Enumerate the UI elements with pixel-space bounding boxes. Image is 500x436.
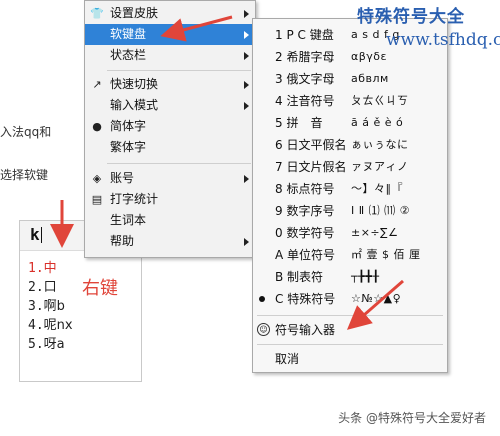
menu-item-vocabulary[interactable]: 生词本 [85, 210, 255, 231]
submenu-item-punctuation[interactable]: 8 标点符号 ～】々‖『 [253, 178, 447, 200]
menu-item-traditional[interactable]: 繁体字 [85, 137, 255, 158]
right-click-annotation: 右键 [82, 278, 118, 299]
submenu-item-cancel[interactable]: 取消 [253, 348, 447, 370]
submenu-item-box-drawing[interactable]: B 制表符 ┬╊╋╂ [253, 266, 447, 288]
watermark-url: www.tsfhdq.cn [386, 30, 500, 50]
submenu-item-number-serial[interactable]: 9 数字序号 Ⅰ Ⅱ ⑴ ⑾ ② [253, 200, 447, 222]
bullet-icon: ● [92, 120, 102, 133]
watermark-title: 特殊符号大全 [357, 7, 465, 27]
candidate-item[interactable]: 4.呢nx [28, 314, 141, 333]
submenu-item-pinyin[interactable]: 5 拼 音ā á ě è ó [253, 112, 447, 134]
menu-item-account[interactable]: ◈ 账号 [85, 168, 255, 189]
menu-separator [107, 163, 251, 164]
menu-item-typing-stats[interactable]: ▤ 打字统计 [85, 189, 255, 210]
chevron-right-icon [244, 52, 249, 60]
text-caret [40, 227, 42, 243]
account-icon: ◈ [92, 172, 102, 185]
menu-item-simplified[interactable]: ● 简体字 [85, 116, 255, 137]
submenu-item-zhuyin[interactable]: 4 注音符号 ㄆㄊㄍㄐㄎ [253, 90, 447, 112]
menu-separator [257, 344, 443, 345]
footer-credit: 头条 @特殊符号大全爱好者 [338, 411, 486, 425]
menu-item-status-bar[interactable]: 状态栏 [85, 45, 255, 66]
submenu-item-katakana[interactable]: 7 日文片假名 ァヌアィノ [253, 156, 447, 178]
document-text-line-2: 选择软键 [0, 168, 49, 182]
submenu-item-symbol-input[interactable]: ☺ 符号输入器 [253, 319, 447, 341]
submenu-item-units[interactable]: A 单位符号㎡ 壹 $ 佰 厘 [253, 244, 447, 266]
menu-item-quick-switch[interactable]: ↗ 快速切换 [85, 74, 255, 95]
chevron-right-icon [244, 238, 249, 246]
menu-item-help[interactable]: 帮助 [85, 231, 255, 252]
chevron-right-icon [244, 31, 249, 39]
smiley-icon: ☺ [257, 323, 270, 336]
document-text-line-1: 入法qq和 [0, 125, 52, 139]
submenu-item-hiragana[interactable]: 6 日文平假名 ぁぃぅなに [253, 134, 447, 156]
chevron-right-icon [244, 102, 249, 110]
shirt-icon: 👕 [90, 7, 104, 20]
menu-item-skin[interactable]: 👕 设置皮肤 [85, 3, 255, 24]
menu-item-soft-keyboard[interactable]: 软键盘 [85, 24, 255, 45]
chevron-right-icon [244, 175, 249, 183]
submenu-item-special-symbols[interactable]: C 特殊符号 ☆№☆▲♀ [253, 288, 447, 310]
candidate-item[interactable]: 5.呀a [28, 333, 141, 352]
chevron-right-icon [244, 81, 249, 89]
ime-context-menu: 👕 设置皮肤 软键盘 状态栏 ↗ 快速切换 输入模式 ● 简体字 繁体字 ◈ 账… [84, 0, 256, 258]
switch-icon: ↗ [92, 78, 102, 91]
selected-bullet-icon [259, 296, 265, 302]
submenu-item-russian[interactable]: 3 俄文字母 абвлм [253, 68, 447, 90]
ime-input-text: k [30, 225, 40, 244]
soft-keyboard-submenu: 1 P C 键盘 a s d f g 2 希腊字母 αβγδε 3 俄文字母 абвл… [252, 18, 448, 373]
menu-separator [107, 70, 251, 71]
stats-icon: ▤ [91, 193, 103, 206]
submenu-item-math[interactable]: 0 数学符号 ±×÷∑∠ [253, 222, 447, 244]
menu-item-input-mode[interactable]: 输入模式 [85, 95, 255, 116]
candidate-list: 1.中 2.口 3.啊b 4.呢nx 5.呀a [20, 251, 141, 352]
chevron-right-icon [244, 10, 249, 18]
menu-separator [257, 315, 443, 316]
